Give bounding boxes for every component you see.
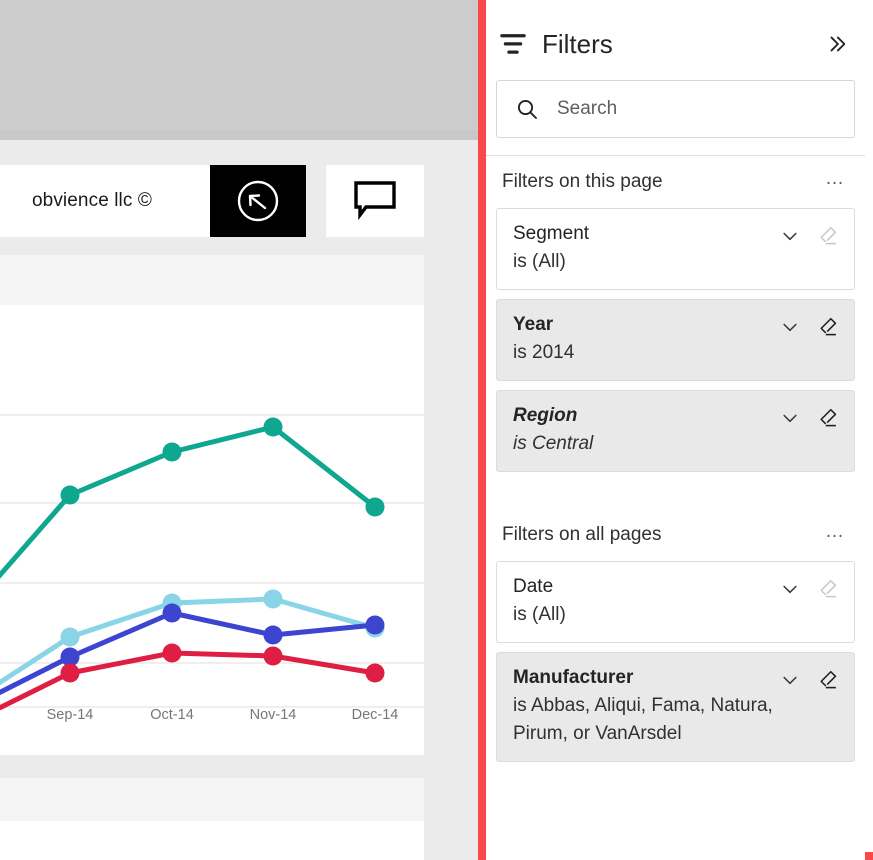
expand-filter-chevron-down-icon[interactable]	[780, 670, 800, 690]
section-more-options-button[interactable]: …	[821, 168, 850, 196]
expand-filter-chevron-down-icon[interactable]	[780, 317, 800, 337]
filter-card-top-row: Region	[513, 403, 840, 429]
chart-x-axis: Sep-14 Oct-14 Nov-14 Dec-14	[0, 707, 424, 737]
filter-card-actions	[780, 312, 840, 338]
section-title: Filters on all pages	[502, 524, 661, 546]
filter-card-actions	[780, 574, 840, 600]
clear-filter-eraser-icon[interactable]	[818, 407, 840, 429]
section-spacer	[486, 481, 865, 509]
line-chart-card[interactable]: Sep-14 Oct-14 Nov-14 Dec-14	[0, 255, 424, 755]
section-title: Filters on this page	[502, 171, 663, 193]
section-filters-on-this-page: Filters on this page … Segment	[486, 156, 865, 472]
x-axis-tick: Oct-14	[150, 707, 194, 723]
circled-arrow-logo-icon	[234, 177, 282, 225]
filter-card-field-name: Year	[513, 312, 563, 338]
clear-filter-eraser-icon[interactable]	[818, 669, 840, 691]
x-axis-tick: Nov-14	[250, 707, 297, 723]
chart-series-teal	[0, 418, 385, 616]
comment-bubble-icon	[352, 179, 398, 223]
x-axis-tick: Dec-14	[352, 707, 399, 723]
filters-pane: Filters Filters on this page	[486, 8, 865, 860]
report-header-shade	[0, 130, 478, 140]
clear-filter-eraser-icon[interactable]	[818, 578, 840, 600]
filters-search-box[interactable]	[496, 80, 855, 138]
clear-filter-eraser-icon[interactable]	[818, 225, 840, 247]
report-header-banner	[0, 0, 478, 140]
filter-card-top-row: Date	[513, 574, 840, 600]
line-chart-plot	[0, 305, 424, 710]
filter-card-region[interactable]: Region	[496, 390, 855, 472]
filter-funnel-icon	[496, 27, 530, 61]
filters-pane-title: Filters	[542, 29, 613, 60]
chart-series-light-blue	[0, 590, 385, 706]
section-filters-on-all-pages: Filters on all pages … Date	[486, 509, 865, 762]
filters-pane-header: Filters	[486, 8, 865, 80]
brand-label: obvience llc ©	[32, 190, 152, 212]
filter-card-value: is Abbas, Aliqui, Fama, Natura, Pirum, o…	[513, 692, 840, 748]
filter-card-field-name: Manufacturer	[513, 665, 643, 691]
section-more-options-button[interactable]: …	[821, 521, 850, 549]
filter-card-value: is 2014	[513, 339, 840, 367]
filter-card-actions	[780, 221, 840, 247]
filter-card-actions	[780, 665, 840, 691]
search-icon	[515, 97, 539, 121]
chart-series-blue	[0, 604, 385, 711]
chart-card-header	[0, 255, 424, 305]
filter-card-manufacturer[interactable]: Manufacturer	[496, 652, 855, 762]
filter-card-date[interactable]: Date	[496, 561, 855, 643]
filter-card-value: is (All)	[513, 601, 840, 629]
x-axis-tick: Sep-14	[47, 707, 94, 723]
expand-filter-chevron-down-icon[interactable]	[780, 226, 800, 246]
brand-tile: obvience llc ©	[0, 165, 210, 237]
report-canvas: obvience llc ©	[0, 0, 478, 860]
expand-filter-chevron-down-icon[interactable]	[780, 408, 800, 428]
search-input[interactable]	[557, 81, 854, 137]
filter-card-field-name: Region	[513, 403, 587, 429]
expand-filter-chevron-down-icon[interactable]	[780, 579, 800, 599]
filter-card-top-row: Segment	[513, 221, 840, 247]
collapse-pane-button[interactable]	[823, 30, 851, 58]
clear-filter-eraser-icon[interactable]	[818, 316, 840, 338]
filter-card-value: is (All)	[513, 248, 840, 276]
filter-card-field-name: Segment	[513, 221, 599, 247]
screenshot-root: obvience llc ©	[0, 0, 873, 860]
filter-card-top-row: Manufacturer	[513, 665, 840, 691]
filter-card-segment[interactable]: Segment	[496, 208, 855, 290]
double-chevron-right-icon	[826, 33, 848, 55]
filter-card-actions	[780, 403, 840, 429]
comment-tile[interactable]	[326, 165, 424, 237]
filter-card-year[interactable]: Year	[496, 299, 855, 381]
filter-card-top-row: Year	[513, 312, 840, 338]
section-header: Filters on this page …	[496, 156, 855, 208]
filters-search-wrapper	[486, 80, 865, 138]
chart-series-crimson	[0, 644, 385, 711]
lower-visual-card[interactable]	[0, 778, 424, 860]
lower-visual-header	[0, 778, 424, 821]
filter-card-value: is Central	[513, 430, 840, 458]
logo-tile[interactable]	[210, 165, 306, 237]
filter-card-field-name: Date	[513, 574, 563, 600]
section-header: Filters on all pages …	[496, 509, 855, 561]
